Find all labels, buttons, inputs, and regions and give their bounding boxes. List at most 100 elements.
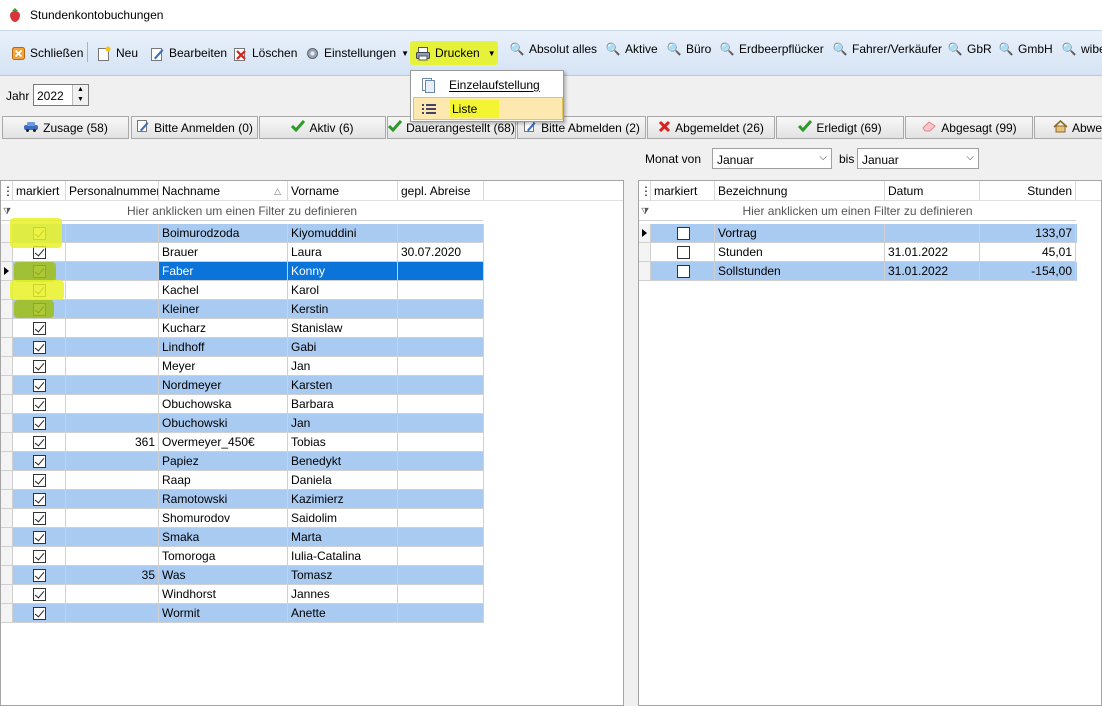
tab-aktiv[interactable]: Aktiv (6)	[259, 116, 386, 139]
cell-markiert[interactable]	[13, 452, 66, 471]
row-checkbox[interactable]	[33, 360, 46, 373]
column-markiert[interactable]: markiert	[651, 181, 715, 201]
month-from-select[interactable]: Januar ⌵	[712, 148, 832, 169]
year-spin-buttons[interactable]: ▲ ▼	[72, 85, 88, 105]
tab-abwe[interactable]: Abwe	[1034, 116, 1102, 139]
row-checkbox[interactable]	[33, 341, 46, 354]
spin-up-icon[interactable]: ▲	[73, 85, 88, 95]
cell-markiert[interactable]	[13, 471, 66, 490]
table-row[interactable]: Lindhoff Gabi	[1, 338, 484, 357]
cell-markiert[interactable]	[651, 224, 715, 243]
table-row[interactable]: Papiez Benedykt	[1, 452, 484, 471]
cell-markiert[interactable]	[13, 376, 66, 395]
filter-button-absolut-alles[interactable]: 🔍 Absolut alles	[509, 38, 598, 60]
table-row[interactable]: Stunden 31.01.2022 45,01	[639, 243, 1077, 262]
table-row[interactable]: Boimurodzoda Kiyomuddini	[1, 224, 484, 243]
tab-abgesagt[interactable]: Abgesagt (99)	[905, 116, 1033, 139]
filter-button-buero[interactable]: 🔍 Büro	[666, 38, 712, 60]
tab-bitte[interactable]: Bitte Anmelden (0)	[131, 116, 258, 139]
cell-markiert[interactable]	[13, 604, 66, 623]
table-row[interactable]: Windhorst Jannes	[1, 585, 484, 604]
table-row[interactable]: Faber Konny	[1, 262, 484, 281]
settings-button[interactable]: Einstellungen ▼	[304, 42, 409, 64]
column-chooser-icon[interactable]: ⋮≡	[639, 181, 651, 201]
column-datum[interactable]: Datum	[885, 181, 980, 201]
column-nachname[interactable]: Nachname △	[159, 181, 288, 201]
column-markiert[interactable]: markiert	[13, 181, 66, 201]
table-row[interactable]: Raap Daniela	[1, 471, 484, 490]
delete-button[interactable]: Löschen	[232, 42, 297, 64]
row-checkbox[interactable]	[33, 322, 46, 335]
table-row[interactable]: Kachel Karol	[1, 281, 484, 300]
column-gepl-abreise[interactable]: gepl. Abreise	[398, 181, 484, 201]
cell-markiert[interactable]	[651, 243, 715, 262]
row-checkbox[interactable]	[33, 588, 46, 601]
table-row[interactable]: 35 Was Tomasz	[1, 566, 484, 585]
cell-markiert[interactable]	[13, 509, 66, 528]
table-row[interactable]: Meyer Jan	[1, 357, 484, 376]
spin-down-icon[interactable]: ▼	[73, 95, 88, 105]
new-button[interactable]: Neu	[96, 42, 138, 64]
table-row[interactable]: Brauer Laura 30.07.2020	[1, 243, 484, 262]
month-to-select[interactable]: Januar ⌵	[857, 148, 979, 169]
table-row[interactable]: Sollstunden 31.01.2022 -154,00	[639, 262, 1077, 281]
table-row[interactable]: Obuchowska Barbara	[1, 395, 484, 414]
table-row[interactable]: 361 Overmeyer_450€ Tobias	[1, 433, 484, 452]
filter-button-gbr[interactable]: 🔍 GbR	[947, 38, 992, 60]
row-checkbox[interactable]	[677, 246, 690, 259]
row-checkbox[interactable]	[33, 474, 46, 487]
filter-button-erdbeerpfluecker[interactable]: 🔍 Erdbeerpflücker	[719, 38, 824, 60]
cell-markiert[interactable]	[13, 338, 66, 357]
table-row[interactable]: Shomurodov Saidolim	[1, 509, 484, 528]
row-checkbox[interactable]	[33, 550, 46, 563]
row-checkbox[interactable]	[33, 398, 46, 411]
column-personalnummer[interactable]: Personalnummer	[66, 181, 159, 201]
row-checkbox[interactable]	[33, 436, 46, 449]
filter-button-gmbh[interactable]: 🔍 GmbH	[998, 38, 1053, 60]
column-chooser-icon[interactable]: ⋮≡	[1, 181, 13, 201]
filter-button-wibe[interactable]: 🔍wibe	[1061, 38, 1102, 60]
cell-markiert[interactable]	[13, 547, 66, 566]
column-vorname[interactable]: Vorname	[288, 181, 398, 201]
table-row[interactable]: Wormit Anette	[1, 604, 484, 623]
close-button[interactable]: Schließen	[10, 42, 83, 64]
cell-markiert[interactable]	[13, 490, 66, 509]
cell-markiert[interactable]	[13, 433, 66, 452]
column-stunden[interactable]: Stunden	[980, 181, 1076, 201]
menu-item-einzelaufstellung[interactable]: Einzelaufstellung	[413, 73, 563, 96]
cell-markiert[interactable]	[13, 395, 66, 414]
cell-markiert[interactable]	[13, 566, 66, 585]
table-row[interactable]: Vortrag 133,07	[639, 224, 1077, 243]
tab-erledigt[interactable]: Erledigt (69)	[776, 116, 904, 139]
row-checkbox[interactable]	[677, 265, 690, 278]
row-checkbox[interactable]	[33, 493, 46, 506]
row-checkbox[interactable]	[33, 569, 46, 582]
cell-markiert[interactable]	[13, 319, 66, 338]
print-button[interactable]: Drucken ▼	[410, 41, 498, 65]
cell-markiert[interactable]	[13, 585, 66, 604]
table-row[interactable]: Nordmeyer Karsten	[1, 376, 484, 395]
employee-filter-row[interactable]: ⧩ Hier anklicken um einen Filter zu defi…	[1, 201, 483, 221]
cell-markiert[interactable]	[13, 528, 66, 547]
table-row[interactable]: Smaka Marta	[1, 528, 484, 547]
edit-button[interactable]: Bearbeiten	[149, 42, 227, 64]
menu-item-liste[interactable]: Liste	[413, 97, 563, 120]
table-row[interactable]: Kucharz Stanislaw	[1, 319, 484, 338]
cell-markiert[interactable]	[13, 414, 66, 433]
column-bezeichnung[interactable]: Bezeichnung	[715, 181, 885, 201]
row-checkbox[interactable]	[33, 455, 46, 468]
table-row[interactable]: Ramotowski Kazimierz	[1, 490, 484, 509]
table-row[interactable]: Kleiner Kerstin	[1, 300, 484, 319]
tab-abgemeldet[interactable]: Abgemeldet (26)	[647, 116, 775, 139]
table-row[interactable]: Obuchowski Jan	[1, 414, 484, 433]
row-checkbox[interactable]	[33, 512, 46, 525]
cell-markiert[interactable]	[651, 262, 715, 281]
filter-button-aktive[interactable]: 🔍 Aktive	[605, 38, 658, 60]
tab-zusage[interactable]: Zusage (58)	[2, 116, 129, 139]
cell-markiert[interactable]	[13, 357, 66, 376]
row-checkbox[interactable]	[33, 531, 46, 544]
hours-filter-row[interactable]: ⧩ Hier anklicken um einen Filter zu defi…	[639, 201, 1076, 221]
table-row[interactable]: Tomoroga Iulia-Catalina	[1, 547, 484, 566]
row-checkbox[interactable]	[33, 417, 46, 430]
row-checkbox[interactable]	[33, 607, 46, 620]
